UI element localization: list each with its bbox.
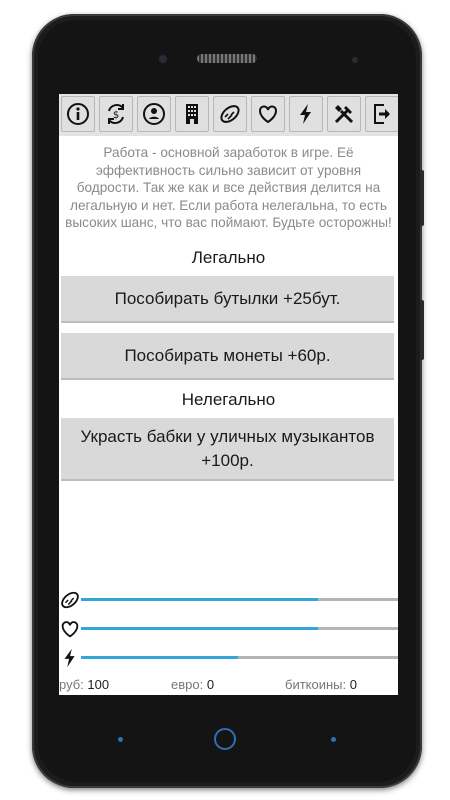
work-description: Работа - основной заработок в игре. Её э… <box>65 145 392 230</box>
exit-icon <box>374 104 390 124</box>
rub-value: 100 <box>87 677 110 692</box>
health-stat <box>59 615 398 645</box>
lightning-icon <box>300 104 311 124</box>
health-bar <box>81 627 398 630</box>
earpiece-speaker <box>197 54 257 63</box>
rub-label: руб: <box>59 677 84 692</box>
heart-icon <box>61 621 79 638</box>
svg-text:$: $ <box>113 110 119 121</box>
volume-button <box>420 170 424 226</box>
food-bar <box>81 598 398 601</box>
health-button[interactable] <box>251 96 285 132</box>
illegal-section-title: Нелегально <box>181 390 276 409</box>
btc-balance: биткоины: 0 <box>285 677 357 692</box>
energy-stat <box>59 644 398 674</box>
person-icon <box>143 103 165 125</box>
btc-label: биткоины: <box>285 677 347 692</box>
steal-money-button[interactable]: Украсть бабки у уличных музыкантов +100р… <box>61 418 394 481</box>
food-icon <box>61 591 79 609</box>
energy-button[interactable] <box>289 96 323 132</box>
exit-button[interactable] <box>365 96 398 132</box>
btc-value: 0 <box>349 677 357 692</box>
tools-button[interactable] <box>327 96 361 132</box>
recent-nav-dot[interactable] <box>331 737 336 742</box>
rub-balance: руб: 100 <box>59 677 109 692</box>
profile-button[interactable] <box>137 96 171 132</box>
energy-bar <box>81 656 398 659</box>
legal-section-title: Легально <box>191 248 266 267</box>
food-button[interactable] <box>213 96 247 132</box>
building-icon <box>186 104 198 124</box>
front-camera <box>159 55 167 63</box>
energy-bar-fill <box>81 656 238 659</box>
proximity-sensor <box>352 57 358 63</box>
collect-coins-button[interactable]: Пособирать монеты +60р. <box>61 333 394 380</box>
health-bar-fill <box>81 627 318 630</box>
top-toolbar: $ <box>59 94 398 136</box>
back-nav-dot[interactable] <box>118 737 123 742</box>
power-button <box>420 300 424 360</box>
app-screen: $ Работа - основной заработок в игре. Её… <box>59 94 398 695</box>
home-nav-button[interactable] <box>214 728 236 750</box>
euro-label: евро: <box>171 677 204 692</box>
food-bar-fill <box>81 598 318 601</box>
exchange-button[interactable]: $ <box>99 96 133 132</box>
lightning-icon <box>64 648 75 668</box>
food-icon <box>220 105 240 123</box>
work-button[interactable] <box>175 96 209 132</box>
heart-icon <box>259 105 277 124</box>
tools-icon <box>334 105 354 124</box>
food-stat <box>59 586 398 616</box>
info-icon <box>67 103 89 125</box>
info-button[interactable] <box>61 96 95 132</box>
euro-balance: евро: 0 <box>171 677 214 692</box>
collect-bottles-button[interactable]: Пособирать бутылки +25бут. <box>61 276 394 323</box>
exchange-icon: $ <box>108 104 124 124</box>
euro-value: 0 <box>206 677 215 692</box>
